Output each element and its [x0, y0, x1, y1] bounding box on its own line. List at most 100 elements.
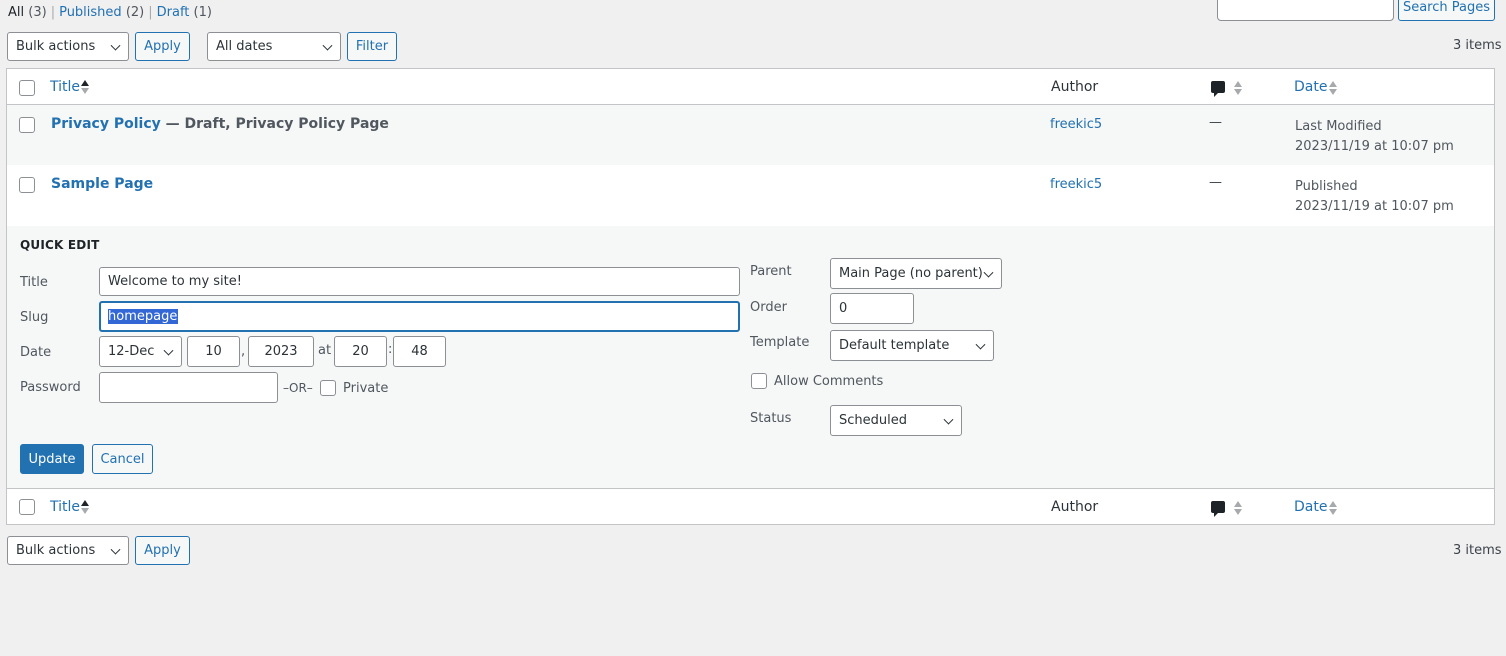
date-filter-select[interactable]: All dates — [207, 32, 341, 61]
view-separator: | — [148, 5, 153, 20]
row-date-value: 2023/11/19 at 10:07 pm — [1295, 139, 1454, 154]
view-published-link[interactable]: Published (2) — [59, 5, 144, 20]
status-select[interactable]: Scheduled — [830, 405, 962, 436]
template-select[interactable]: Default template — [830, 330, 994, 361]
pages-table: Title Author Date Privacy Policy — Draft… — [6, 68, 1495, 525]
table-header: Title Author Date — [7, 69, 1494, 105]
row-title-link[interactable]: Sample Page — [51, 176, 153, 192]
row-date: Published 2023/11/19 at 10:07 pm — [1295, 177, 1454, 217]
comment-bubble-icon — [1211, 81, 1225, 97]
row-comments: — — [1209, 115, 1222, 130]
table-row: Privacy Policy — Draft, Privacy Policy P… — [7, 105, 1494, 165]
filter-button[interactable]: Filter — [347, 32, 397, 61]
month-value: 12-Dec — [108, 344, 155, 359]
or-separator: –OR– — [283, 381, 313, 395]
apply-button-bottom[interactable]: Apply — [135, 536, 190, 565]
items-count: 3 items — [1453, 38, 1502, 53]
cancel-button[interactable]: Cancel — [92, 444, 153, 474]
private-checkbox[interactable] — [320, 380, 336, 396]
view-separator: | — [50, 5, 56, 20]
author-column-header: Author — [1051, 79, 1099, 95]
status-value: Scheduled — [839, 413, 907, 428]
title-label: Title — [20, 275, 48, 290]
row-comments: — — [1209, 175, 1222, 190]
bulk-actions-value: Bulk actions — [16, 39, 96, 54]
order-label: Order — [750, 300, 787, 315]
search-pages-input[interactable] — [1217, 0, 1394, 21]
select-all-checkbox[interactable] — [19, 499, 35, 515]
date-filter-value: All dates — [216, 39, 273, 54]
row-post-state: — Draft, Privacy Policy Page — [165, 116, 389, 132]
title-column-header[interactable]: Title — [50, 499, 80, 515]
parent-label: Parent — [750, 264, 792, 279]
parent-value: Main Page (no parent) — [839, 266, 983, 281]
title-input[interactable]: Welcome to my site! — [99, 267, 740, 296]
sort-indicator-icon — [1329, 500, 1337, 516]
row-title: Privacy Policy — Draft, Privacy Policy P… — [51, 116, 389, 132]
slug-selected-text: homepage — [108, 309, 179, 324]
allow-comments-label: Allow Comments — [774, 374, 884, 389]
day-input[interactable]: 10 — [187, 336, 240, 367]
chevron-down-icon — [163, 345, 174, 356]
table-row: Sample Page freekic5 — Published 2023/11/… — [7, 165, 1494, 225]
sort-indicator-icon — [81, 79, 89, 95]
apply-button[interactable]: Apply — [135, 32, 190, 61]
row-date-value: 2023/11/19 at 10:07 pm — [1295, 199, 1454, 214]
bulk-actions-select[interactable]: Bulk actions — [7, 32, 129, 61]
view-all-link[interactable]: All (3) — [8, 5, 47, 20]
chevron-down-icon — [943, 414, 954, 425]
sort-indicator-icon — [1329, 80, 1337, 96]
at-label: at — [318, 343, 332, 358]
date-comma: , — [241, 344, 246, 359]
sort-indicator-icon — [81, 499, 89, 515]
month-select[interactable]: 12-Dec — [99, 336, 182, 367]
row-title-link[interactable]: Privacy Policy — [51, 116, 161, 132]
search-pages-button[interactable]: Search Pages — [1398, 0, 1495, 21]
comments-sort-icon[interactable] — [1234, 80, 1242, 96]
row-date-status: Last Modified — [1295, 119, 1382, 134]
hour-input[interactable]: 20 — [334, 336, 387, 367]
order-input[interactable]: 0 — [830, 293, 914, 324]
row-checkbox[interactable] — [19, 117, 35, 133]
chevron-down-icon — [110, 544, 121, 555]
chevron-down-icon — [975, 339, 986, 350]
year-input[interactable]: 2023 — [248, 336, 314, 367]
date-column-header[interactable]: Date — [1294, 79, 1327, 95]
template-value: Default template — [839, 338, 950, 353]
author-column-header: Author — [1051, 499, 1099, 515]
comment-bubble-icon — [1211, 501, 1225, 517]
row-date-status: Published — [1295, 179, 1358, 194]
update-button[interactable]: Update — [20, 444, 84, 474]
row-checkbox[interactable] — [19, 177, 35, 193]
password-input[interactable] — [99, 372, 278, 403]
minute-input[interactable]: 48 — [393, 336, 446, 367]
date-label: Date — [20, 345, 52, 360]
time-colon: : — [388, 342, 393, 357]
quick-edit-panel: QUICK EDIT Title Welcome to my site! Slu… — [7, 226, 1494, 488]
row-author-link[interactable]: freekic5 — [1050, 177, 1102, 192]
slug-label: Slug — [20, 310, 49, 325]
parent-select[interactable]: Main Page (no parent) — [830, 258, 1002, 289]
table-footer: Title Author Date — [7, 488, 1494, 524]
items-count-bottom: 3 items — [1453, 543, 1502, 558]
select-all-checkbox[interactable] — [19, 80, 35, 96]
slug-input[interactable]: homepage — [99, 301, 740, 332]
allow-comments-checkbox[interactable] — [751, 373, 767, 389]
row-author-link[interactable]: freekic5 — [1050, 117, 1102, 132]
bulk-actions-select-bottom[interactable]: Bulk actions — [7, 536, 129, 565]
title-column-header[interactable]: Title — [50, 79, 80, 95]
views-filter: All (3) | Published (2) | Draft (1) — [8, 5, 212, 21]
chevron-down-icon — [983, 267, 994, 278]
private-label: Private — [343, 381, 389, 396]
comments-sort-icon[interactable] — [1234, 500, 1242, 516]
view-draft-link[interactable]: Draft (1) — [157, 5, 212, 20]
row-title: Sample Page — [51, 176, 153, 192]
row-date: Last Modified 2023/11/19 at 10:07 pm — [1295, 117, 1454, 157]
bulk-actions-value: Bulk actions — [16, 543, 96, 558]
chevron-down-icon — [110, 40, 121, 51]
quick-edit-heading: QUICK EDIT — [20, 238, 100, 252]
status-label: Status — [750, 411, 792, 426]
template-label: Template — [750, 335, 810, 350]
date-column-header[interactable]: Date — [1294, 499, 1327, 515]
password-label: Password — [20, 380, 81, 395]
